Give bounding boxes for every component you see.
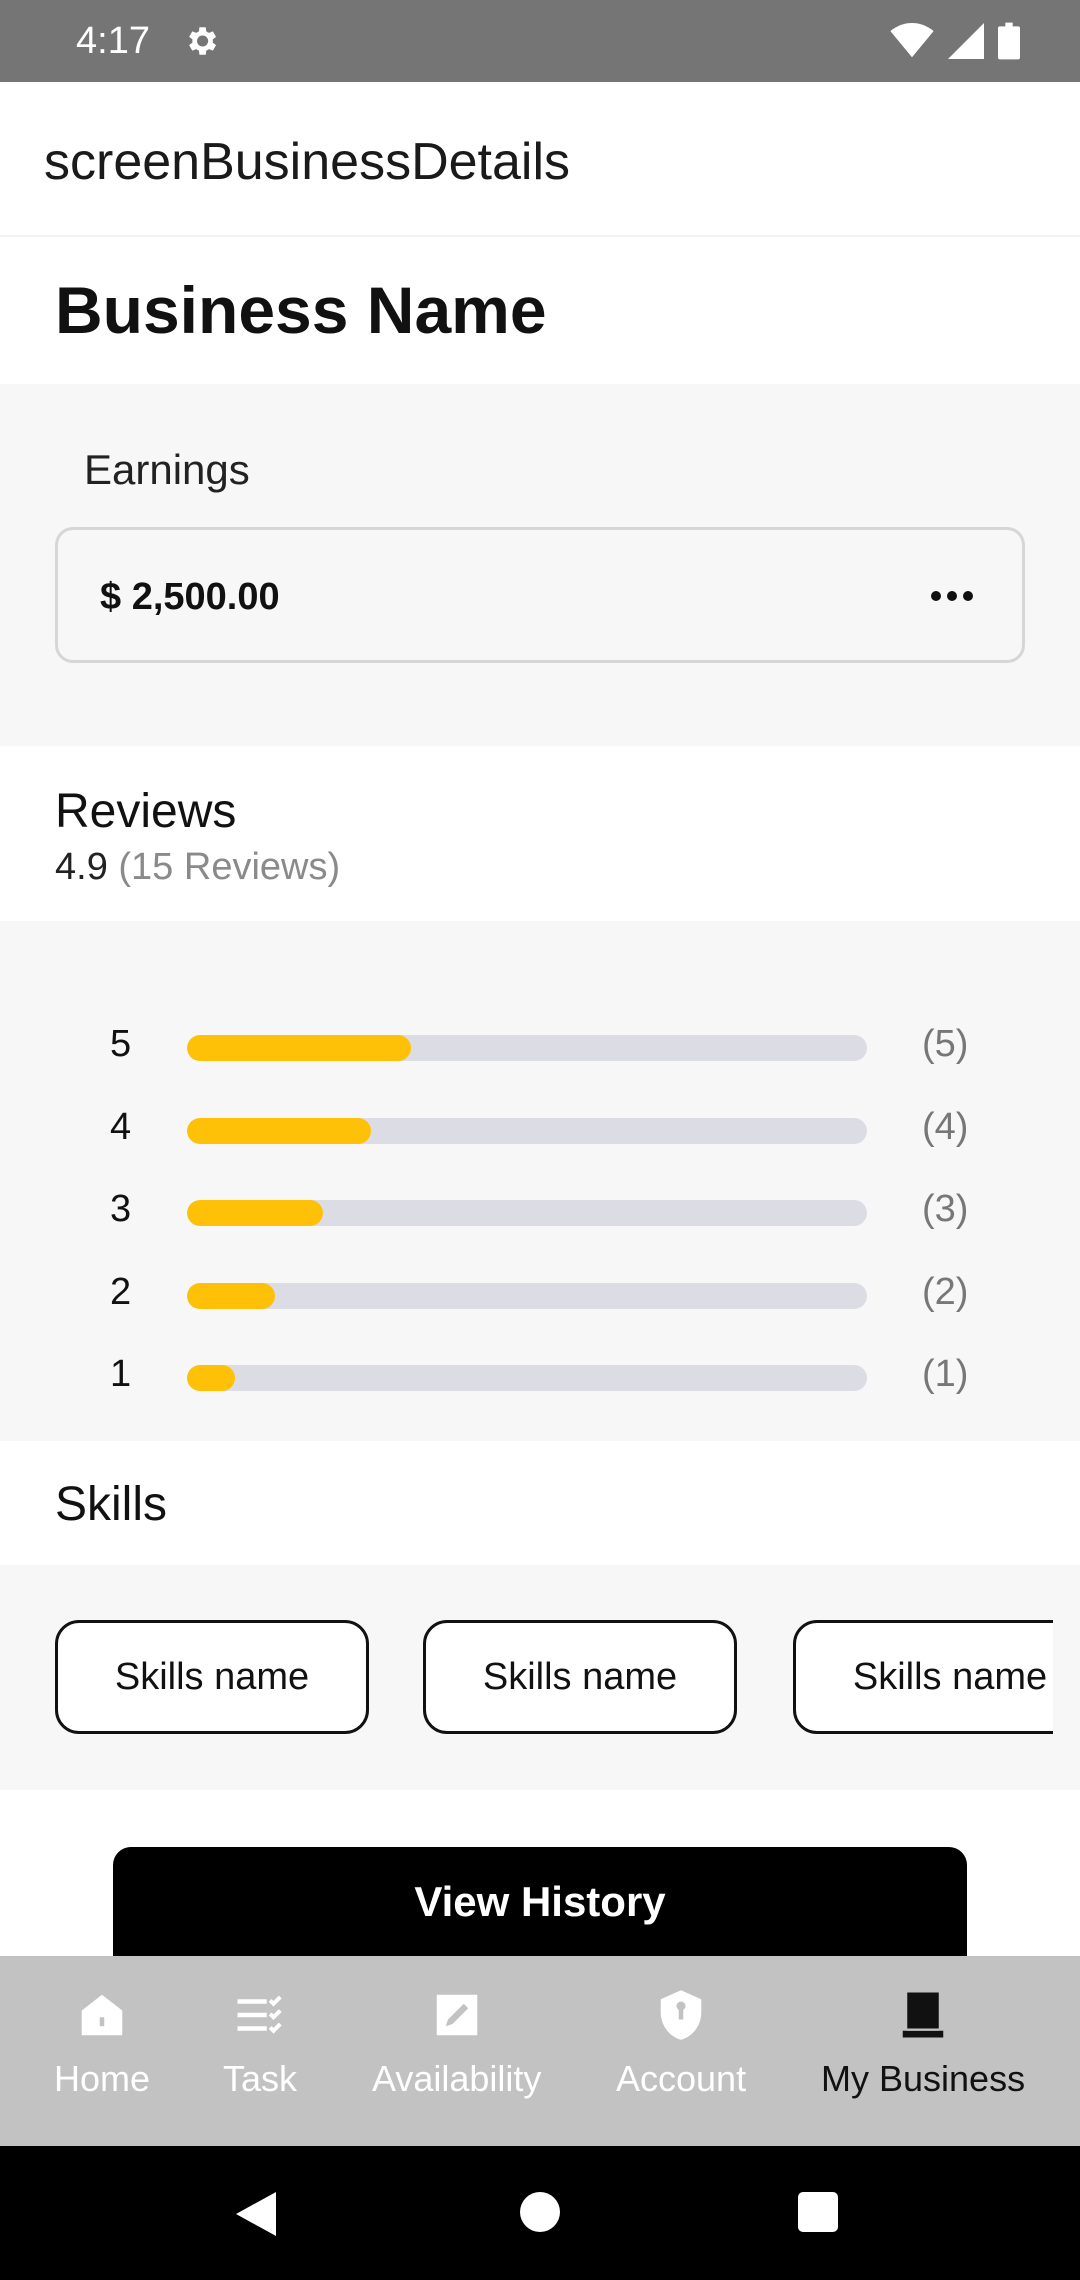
status-icons — [890, 22, 1020, 60]
more-options-icon[interactable] — [930, 586, 974, 606]
back-icon[interactable] — [236, 2192, 276, 2236]
reviews-header: Reviews 4.9 (15 Reviews) — [0, 746, 1080, 921]
rating-breakdown: 5 (5) 4 (4) 3 (3) 2 (2) 1 (1) — [0, 921, 1080, 1441]
app-bar: screenBusinessDetails — [0, 82, 1080, 237]
skills-title: Skills — [55, 1478, 168, 1531]
skills-scroll-row[interactable]: Skills name Skills name Skills name — [55, 1620, 1053, 1740]
rating-value: 4.9 — [55, 846, 108, 888]
shield-icon — [660, 1990, 702, 2040]
recent-apps-icon[interactable] — [798, 2192, 838, 2232]
rating-bar-track — [187, 1118, 867, 1144]
rating-star-label: 3 — [110, 1188, 132, 1230]
rating-bar-track — [187, 1283, 867, 1309]
rating-row-1: 1 (1) — [0, 1345, 1080, 1405]
skills-section: Skills name Skills name Skills name — [0, 1565, 1080, 1790]
skill-chip[interactable]: Skills name — [793, 1620, 1053, 1734]
battery-icon — [998, 22, 1020, 60]
nav-label: Account — [616, 2058, 747, 2099]
status-bar: 4:17 — [0, 0, 1080, 82]
cellular-signal-icon — [948, 23, 984, 59]
rating-star-label: 2 — [110, 1271, 132, 1313]
nav-label: Task — [223, 2058, 298, 2099]
rating-count: (1) — [922, 1353, 969, 1395]
rating-bar-track — [187, 1200, 867, 1226]
settings-gear-icon — [189, 27, 217, 55]
reviews-summary: 4.9 (15 Reviews) — [55, 846, 340, 889]
rating-bar-fill — [187, 1200, 323, 1226]
rating-bar-track — [187, 1035, 867, 1061]
rating-row-2: 2 (2) — [0, 1263, 1080, 1323]
wifi-icon — [890, 23, 934, 58]
rating-star-label: 4 — [110, 1106, 132, 1148]
skill-chip[interactable]: Skills name — [423, 1620, 737, 1734]
reviews-count: (15 Reviews) — [118, 846, 341, 888]
nav-item-home[interactable]: Home — [54, 1988, 150, 2100]
task-list-icon — [237, 1995, 282, 2034]
rating-row-3: 3 (3) — [0, 1180, 1080, 1240]
rating-bar-fill — [187, 1035, 412, 1061]
nav-label: Home — [54, 2058, 151, 2099]
rating-count: (2) — [922, 1271, 969, 1313]
edit-calendar-icon — [436, 1994, 477, 2036]
app-bar-title: screenBusinessDetails — [44, 133, 571, 191]
skills-header: Skills — [0, 1441, 1080, 1565]
rating-bar-fill — [187, 1365, 235, 1391]
rating-count: (4) — [922, 1106, 969, 1148]
bottom-navigation: Home Task Availability Account My Busine… — [0, 1956, 1080, 2146]
rating-bar-fill — [187, 1283, 276, 1309]
nav-item-my-business[interactable]: My Business — [821, 1988, 1025, 2100]
nav-label: My Business — [821, 2058, 1026, 2099]
earnings-amount: $ 2,500.00 — [100, 576, 280, 618]
rating-bar-track — [187, 1365, 867, 1391]
rating-count: (3) — [922, 1188, 969, 1230]
rating-count: (5) — [922, 1023, 969, 1065]
earnings-card[interactable]: $ 2,500.00 — [55, 527, 1025, 663]
nav-item-account[interactable]: Account — [616, 1988, 746, 2100]
rating-star-label: 1 — [110, 1353, 132, 1395]
rating-bar-fill — [187, 1118, 371, 1144]
rating-row-4: 4 (4) — [0, 1098, 1080, 1158]
rating-row-5: 5 (5) — [0, 1015, 1080, 1075]
rating-star-label: 5 — [110, 1023, 132, 1065]
home-circle-icon[interactable] — [520, 2192, 560, 2232]
nav-item-availability[interactable]: Availability — [372, 1988, 541, 2100]
business-name-heading: Business Name — [55, 273, 547, 347]
earnings-label: Earnings — [84, 446, 250, 493]
status-time: 4:17 — [76, 20, 150, 62]
view-history-button[interactable]: View History — [113, 1847, 967, 1957]
skill-chip[interactable]: Skills name — [55, 1620, 369, 1734]
book-icon — [902, 1992, 944, 2038]
home-icon — [81, 1994, 123, 2036]
earnings-section: Earnings $ 2,500.00 — [0, 384, 1080, 746]
reviews-title: Reviews — [55, 785, 237, 838]
system-navigation-bar — [0, 2146, 1080, 2280]
nav-item-task[interactable]: Task — [223, 1988, 297, 2100]
nav-label: Availability — [372, 2058, 542, 2099]
